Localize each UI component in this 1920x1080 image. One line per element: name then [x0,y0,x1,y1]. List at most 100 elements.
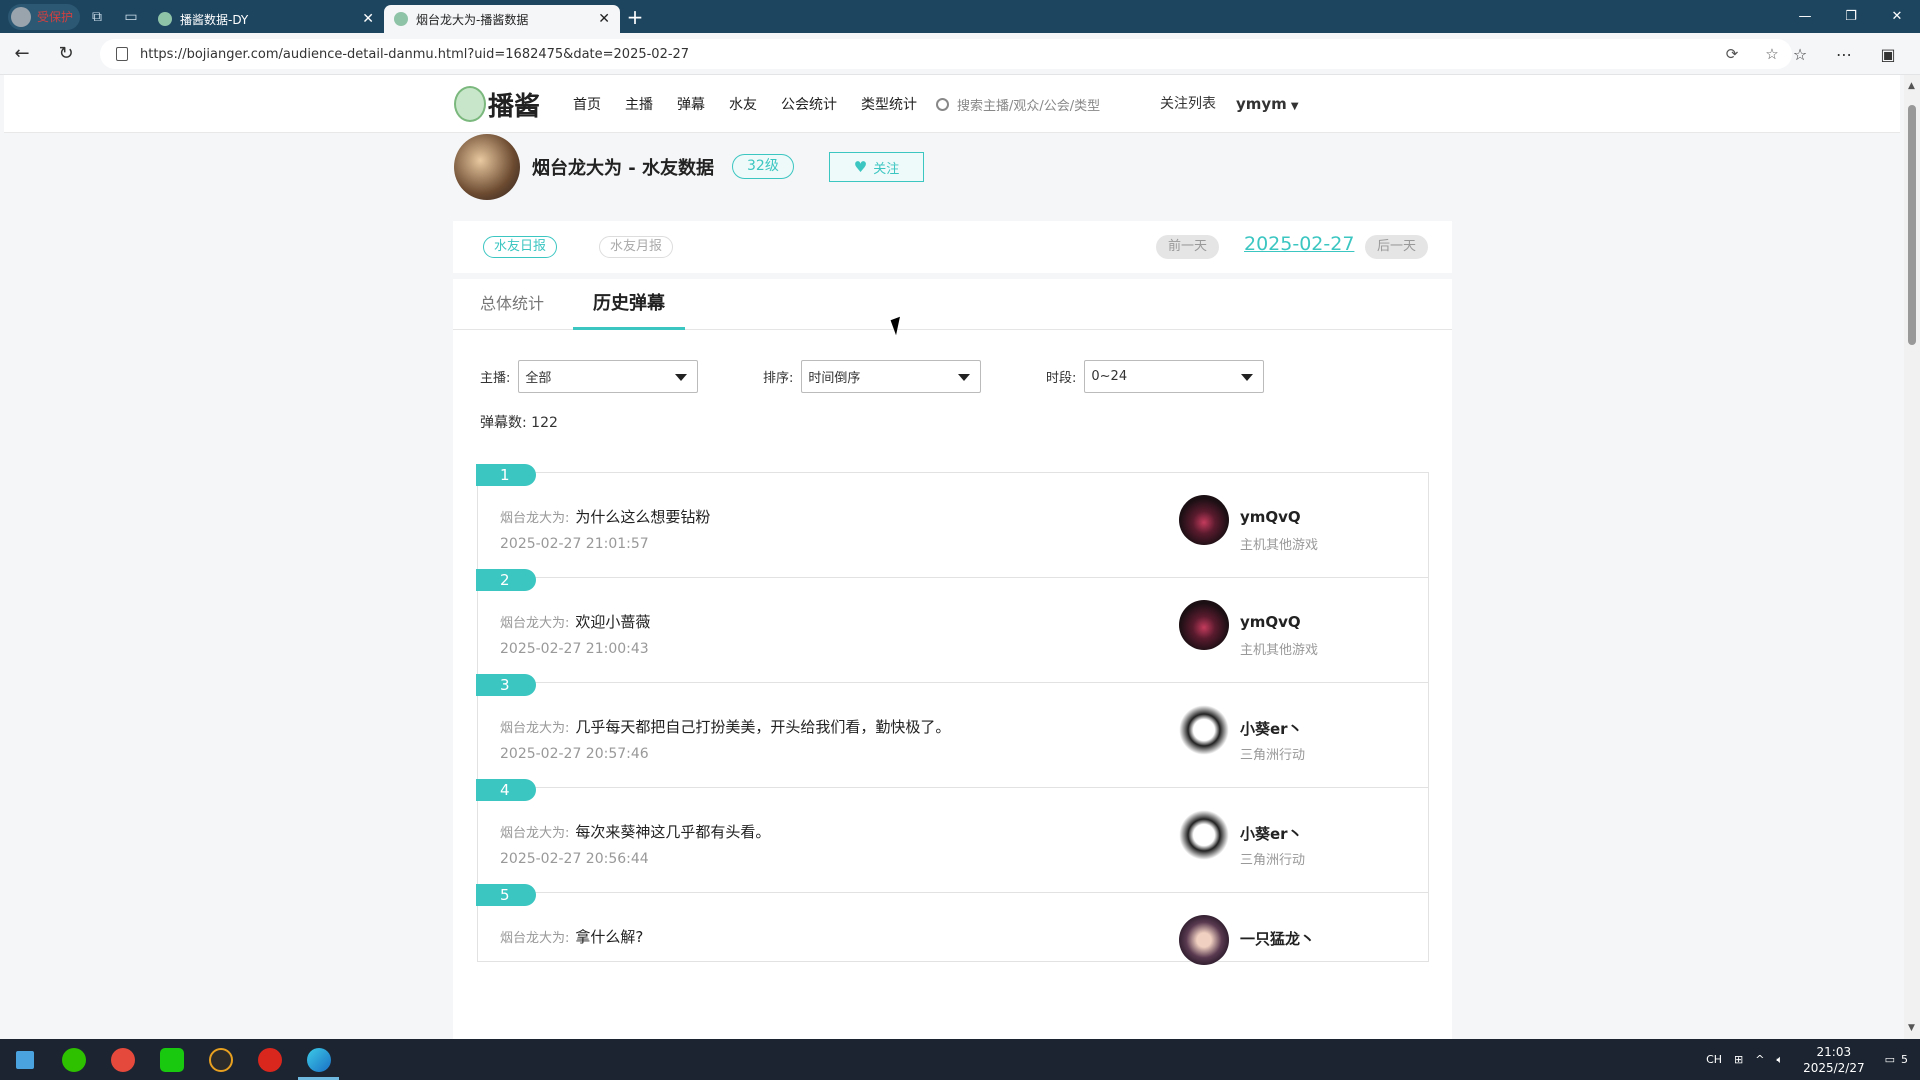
netease-music-icon[interactable] [245,1039,294,1080]
follow-list-link[interactable]: 关注列表 [1160,75,1216,133]
danmu-index: 5 [476,884,536,906]
tab-overall[interactable]: 总体统计 [453,279,571,330]
user-name[interactable]: 小葵er丶 [1240,718,1303,739]
user-avatar[interactable] [1179,915,1229,965]
sidebar-icon[interactable]: ▣ [1866,45,1910,64]
user-name[interactable]: ymQvQ [1240,508,1301,526]
anchor-filter: 主播: 全部 [480,360,699,393]
danmu-message: 烟台龙大为: 欢迎小蔷薇 [500,611,650,632]
user-menu[interactable]: ymym ▼ [1236,75,1299,136]
next-day-button[interactable]: 后一天 [1365,235,1429,259]
date-picker[interactable]: 2025-02-27 [1244,233,1354,255]
wechat-icon[interactable] [49,1039,98,1080]
sort-select[interactable]: 时间倒序 [801,360,982,393]
user-name[interactable]: ymQvQ [1240,613,1301,631]
favorites-icon[interactable]: ☆ [1778,45,1822,64]
collections-icon[interactable]: ⧉ [80,4,114,30]
heart-icon: ♥ [853,158,868,176]
anchor-select[interactable]: 全部 [518,360,699,393]
scroll-thumb[interactable] [1908,105,1916,345]
period-select[interactable]: 0~24 [1084,360,1265,393]
menu-guild[interactable]: 公会统计 [781,94,837,114]
back-icon[interactable]: ← [0,43,44,64]
app-red-icon[interactable] [98,1039,147,1080]
window-controls: — ❐ ✕ [1782,0,1920,33]
minimize-icon[interactable]: — [1782,0,1828,33]
prev-day-button[interactable]: 前一天 [1156,235,1220,259]
tray-expand-icon[interactable]: ^ [1749,1053,1770,1066]
user-avatar[interactable] [1179,495,1229,545]
ime-icon[interactable]: ⊞ [1728,1053,1749,1066]
browser-tab-bar: 受保护 ⧉ ▭ 播酱数据-DY ✕ 烟台龙大为-播酱数据 ✕ + — ❐ ✕ [0,0,1920,33]
page-scrollbar[interactable]: ▲ ▼ [1904,75,1920,1039]
browser-tab-1[interactable]: 播酱数据-DY ✕ [148,5,384,33]
browser-tab-2[interactable]: 烟台龙大为-播酱数据 ✕ [384,5,620,33]
close-window-icon[interactable]: ✕ [1874,0,1920,33]
menu-home[interactable]: 首页 [573,94,601,114]
close-tab-icon[interactable]: ✕ [362,11,374,27]
follow-button[interactable]: ♥ 关注 [829,152,924,182]
username: ymym [1236,95,1287,113]
user-avatar[interactable] [1179,810,1229,860]
danmu-count-value: 122 [531,415,558,431]
sort-select-value: 时间倒序 [808,371,861,386]
menu-category[interactable]: 类型统计 [861,94,917,114]
new-tab-button[interactable]: + [620,5,650,29]
site-logo[interactable]: 播酱 [454,84,550,124]
scroll-up-icon[interactable]: ▲ [1908,81,1915,91]
profile-avatar [11,6,31,27]
clock[interactable]: 21:03 2025/2/27 [1789,1044,1879,1076]
danmu-index: 4 [476,779,536,801]
daily-report-tab[interactable]: 水友日报 [483,236,558,258]
danmu-message: 烟台龙大为: 几乎每天都把自己打扮美美，开头给我们看，勤快极了。 [500,716,950,737]
danmu-room[interactable]: 烟台龙大为: [500,511,569,526]
danmu-room[interactable]: 烟台龙大为: [500,931,569,946]
user-name[interactable]: 小葵er丶 [1240,823,1303,844]
close-tab-icon[interactable]: ✕ [598,11,610,27]
volume-icon[interactable]: 🔈︎ [1770,1053,1789,1067]
tab-history-danmu[interactable]: 历史弹幕 [573,279,685,330]
profile-button[interactable]: 受保护 [8,3,80,30]
more-icon[interactable]: ⋯ [1822,45,1866,64]
danmu-text: 拿什么解? [575,928,644,946]
danmu-card: 2 烟台龙大为: 欢迎小蔷薇 2025-02-27 21:00:43 ymQvQ 主机其他… [476,569,1429,691]
menu-danmu[interactable]: 弹幕 [677,94,705,114]
refresh-icon[interactable]: ↻ [44,43,88,64]
user-name[interactable]: 一只猛龙丶 [1240,928,1315,949]
lock-icon[interactable] [116,47,128,61]
user-avatar[interactable] [1179,705,1229,755]
danmu-index: 1 [476,464,536,486]
danmu-index: 3 [476,674,536,696]
clock-date: 2025/2/27 [1803,1060,1865,1075]
danmu-room[interactable]: 烟台龙大为: [500,721,569,736]
tab-title: 烟台龙大为-播酱数据 [416,12,529,27]
url-bar[interactable]: https://bojianger.com/audience-detail-da… [100,39,1792,69]
period-filter: 时段: 0~24 [1046,360,1265,393]
danmu-text: 几乎每天都把自己打扮美美，开头给我们看，勤快极了。 [575,718,951,736]
edge-icon[interactable] [294,1039,343,1080]
user-game: 三角洲行动 [1240,748,1306,763]
monthly-report-tab[interactable]: 水友月报 [599,236,674,258]
scroll-down-icon[interactable]: ▼ [1908,1023,1915,1033]
start-icon[interactable] [0,1039,49,1080]
danmu-message: 烟台龙大为: 拿什么解? [500,926,643,947]
notification-icon[interactable]: ▭ 5 [1879,1053,1920,1066]
tab-actions-icon[interactable]: ▭ [114,4,148,30]
danmu-card: 4 烟台龙大为: 每次来葵神这几乎都有头看。 2025-02-27 20:56:44 小… [476,779,1429,901]
site-search[interactable]: 搜索主播/观众/公会/类型 [926,88,1131,120]
menu-fans[interactable]: 水友 [729,94,757,114]
browser-toolbar-right: ☆ ⋯ ▣ [1778,33,1910,75]
iqiyi-icon[interactable] [147,1039,196,1080]
app-g-icon[interactable] [196,1039,245,1080]
danmu-room[interactable]: 烟台龙大为: [500,826,569,841]
main-panel: 总体统计 历史弹幕 主播: 全部 排序: 时间倒序 时段: 0~24 弹幕数: … [453,279,1452,1039]
danmu-room[interactable]: 烟台龙大为: [500,616,569,631]
language-indicator[interactable]: CH [1700,1053,1728,1066]
translate-icon[interactable]: ⟳ [1712,45,1752,63]
tab-title: 播酱数据-DY [180,12,249,27]
menu-anchor[interactable]: 主播 [625,94,653,114]
restore-icon[interactable]: ❐ [1828,0,1874,33]
user-avatar[interactable] [1179,600,1229,650]
danmu-card: 5 烟台龙大为: 拿什么解? 一只猛龙丶 [476,884,1429,965]
anchor-avatar [454,134,520,200]
